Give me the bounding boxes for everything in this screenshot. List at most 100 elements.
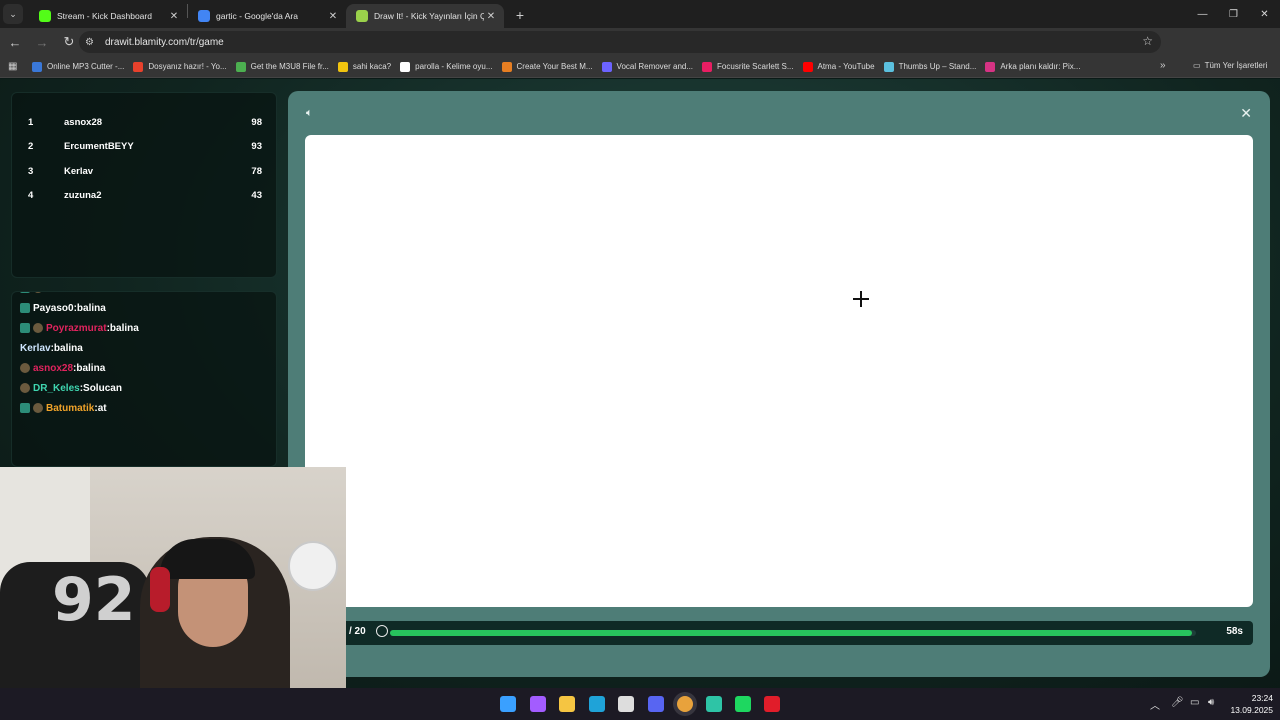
chat-username[interactable]: ErcumentBEYY [46, 292, 119, 294]
drawing-canvas[interactable] [305, 135, 1253, 607]
close-icon[interactable]: ✕ [1240, 105, 1252, 122]
tab-favicon-icon [198, 10, 210, 22]
bookmark-item[interactable]: Thumbs Up – Stand... [883, 61, 976, 72]
tray-chevron-icon[interactable]: ︿ [1150, 697, 1160, 712]
media-icon[interactable] [764, 696, 780, 712]
taskbar-time[interactable]: 23:24 [1245, 693, 1273, 703]
taskbar-date[interactable]: 13.09.2025 [1228, 705, 1273, 715]
jersey-number: 92 [52, 565, 136, 635]
sound-icon[interactable]: 🔈︎ [306, 107, 313, 120]
bookmark-item[interactable]: Arka planı kaldır: Pix... [985, 61, 1081, 72]
browser-tab[interactable]: Stream - Kick Dashboard ✕ [29, 4, 187, 28]
bookmark-item[interactable]: Create Your Best M... [501, 61, 593, 72]
close-tab-icon[interactable]: ✕ [326, 11, 340, 22]
bookmark-item[interactable]: Online MP3 Cutter -... [32, 61, 125, 72]
timer-bar: / 20 58s [305, 621, 1253, 645]
url-text: drawit.blamity.com/tr/game [105, 36, 224, 48]
stopwatch-icon [376, 625, 388, 637]
bookmark-favicon-icon [883, 61, 894, 72]
bookmark-item[interactable]: Dosyanız hazır! - Yo... [133, 61, 227, 72]
chrome-icon[interactable] [677, 696, 693, 712]
time-progress-fill [390, 630, 1192, 636]
bookmark-item[interactable]: sahi kaca? [337, 61, 392, 72]
player-score: 93 [251, 141, 262, 152]
chat-username[interactable]: Payaso0 [33, 303, 74, 314]
chat-message: DR_Keles:Solucan [20, 380, 122, 396]
webcam-cap [160, 539, 255, 579]
user-emote-icon [33, 403, 43, 413]
browser-tab[interactable]: gartic - Google'da Ara ✕ [188, 4, 346, 28]
bookmark-star-icon[interactable]: ☆ [1142, 34, 1153, 48]
chat-username[interactable]: asnox28 [33, 363, 73, 374]
chat-username[interactable]: DR_Keles [33, 383, 80, 394]
screen: ⌄ Stream - Kick Dashboard ✕ gartic - Googl… [0, 0, 1280, 720]
store-icon[interactable] [618, 696, 634, 712]
new-tab-icon[interactable]: + [508, 3, 532, 27]
all-bookmarks-link[interactable]: ▭ Tüm Yer İşaretleri [1193, 61, 1267, 70]
volume-icon[interactable]: 🔊︎ [1208, 697, 1214, 708]
chat-message: ErcumentBEYY:balina [20, 292, 152, 296]
close-tab-icon[interactable]: ✕ [484, 11, 498, 22]
tab-search-icon[interactable]: ⌄ [3, 4, 23, 24]
bookmark-label: Online MP3 Cutter -... [47, 62, 125, 71]
chat-text: :balina [106, 322, 139, 334]
bookmark-favicon-icon [601, 61, 612, 72]
leaderboard: 1 asnox28 98 2 ErcumentBEYY 93 3 Kerlav 78 4 zuzun… [11, 92, 277, 278]
tab-title: Draw It! - Kick Yayınları İçin Çizi [374, 11, 484, 21]
tab-title: Stream - Kick Dashboard [57, 11, 152, 21]
bookmarks-bar: ▦ Online MP3 Cutter -... Dosyanız hazır! … [0, 56, 1280, 78]
bookmark-label: sahi kaca? [352, 62, 392, 71]
file-explorer-icon[interactable] [559, 696, 575, 712]
forward-icon[interactable]: → [30, 30, 54, 54]
player-rank: 3 [28, 165, 34, 177]
webcam-overlay: 92 [0, 467, 346, 720]
minimize-icon[interactable]: — [1187, 0, 1218, 28]
user-emote-icon [33, 323, 43, 333]
address-bar[interactable]: ⚙ drawit.blamity.com/tr/game ☆ [79, 31, 1161, 53]
bookmark-label: Create Your Best M... [516, 62, 593, 71]
bookmark-item[interactable]: Get the M3U8 File fr... [235, 61, 329, 72]
maximize-icon[interactable]: ❐ [1218, 0, 1249, 28]
subscriber-badge-icon [20, 303, 30, 313]
leaderboard-row: 4 zuzuna2 43 [12, 187, 278, 205]
reload-icon[interactable]: ↻ [57, 30, 81, 54]
webcam-headset [150, 567, 170, 612]
chat-text: :balina [73, 362, 106, 374]
close-tab-icon[interactable]: ✕ [167, 11, 181, 22]
bookmark-favicon-icon [501, 61, 512, 72]
copilot-icon[interactable] [530, 696, 546, 712]
bookmark-item[interactable]: Vocal Remover and... [601, 61, 693, 72]
player-rank: 4 [28, 190, 34, 201]
chat-panel: ErcumentBEYY:balinaPayaso0:balinaPoyrazm… [11, 291, 277, 467]
chat-username[interactable]: Batumatik [46, 403, 94, 414]
drawing-panel: 🔈︎ ✕ / 20 58s [288, 91, 1270, 677]
apps-grid-icon[interactable]: ▦ [8, 61, 22, 72]
bookmark-label: Arka planı kaldır: Pix... [1000, 62, 1081, 71]
player-score: 78 [251, 165, 262, 177]
close-window-icon[interactable]: ✕ [1249, 0, 1280, 28]
chat-text: :Solucan [79, 382, 122, 394]
microphone-icon[interactable]: 🎤︎ [1171, 697, 1184, 708]
browser-tab[interactable]: Draw It! - Kick Yayınları İçin Çizi ✕ [346, 4, 504, 28]
bookmark-label: Get the M3U8 File fr... [250, 62, 329, 71]
more-bookmarks-icon[interactable]: » [1160, 60, 1166, 71]
bookmark-item[interactable]: Atma - YouTube [802, 61, 875, 72]
bookmark-item[interactable]: parolla - Kelime oyu... [400, 61, 493, 72]
site-info-icon[interactable]: ⚙ [85, 37, 101, 48]
back-icon[interactable]: ← [3, 30, 27, 54]
app-icon[interactable] [706, 696, 722, 712]
chat-message: Batumatik:at [20, 400, 107, 416]
tab-list: Stream - Kick Dashboard ✕ gartic - Google'… [29, 0, 504, 28]
taskbar: ︿ 🎤︎ ▭ 🔊︎ 23:24 13.09.2025 [0, 688, 1280, 720]
time-progress-track [390, 630, 1196, 636]
edge-icon[interactable] [589, 696, 605, 712]
spotify-icon[interactable] [735, 696, 751, 712]
bookmark-list: Online MP3 Cutter -... Dosyanız hazır! - … [32, 61, 1089, 72]
display-icon[interactable]: ▭ [1190, 697, 1199, 708]
chat-username[interactable]: Poyrazmurat [46, 323, 107, 334]
windows-start-icon[interactable] [500, 696, 516, 712]
discord-icon[interactable] [648, 696, 664, 712]
chat-username[interactable]: Kerlav [20, 343, 51, 354]
folder-icon: ▭ [1193, 61, 1201, 70]
bookmark-item[interactable]: Focusrite Scarlett S... [702, 61, 794, 72]
